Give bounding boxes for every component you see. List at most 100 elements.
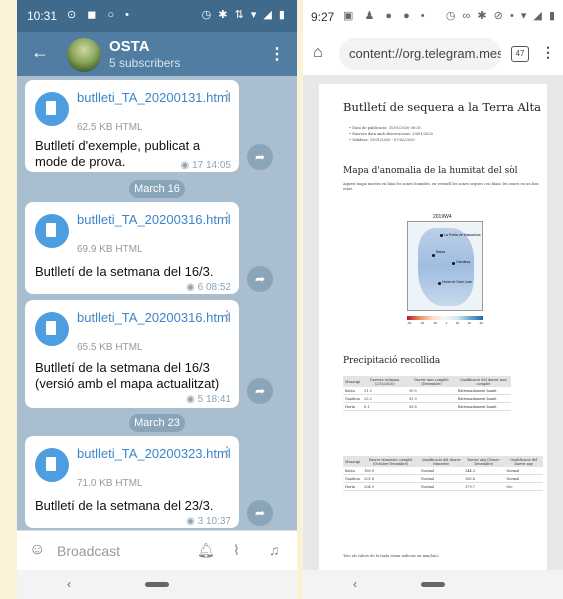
table-cell: 25.2 [362, 394, 408, 403]
views-icon: ◉ [186, 394, 198, 405]
table-header: Qualificació del darrer trimestre [419, 456, 464, 467]
channel-header: ← OSTA 5 subscribers ⋮ [17, 32, 297, 76]
file-name[interactable]: butlleti_TA_20200316.html [77, 310, 231, 325]
share-icon[interactable]: ➦ [247, 500, 273, 526]
table-cell: 31.3 [362, 387, 408, 395]
status-time: 9:27 [311, 10, 335, 24]
table-row: Horta 204.9 Normal 379.7 Sec [343, 482, 543, 491]
file-name[interactable]: butlleti_TA_20200131.html [77, 90, 231, 105]
broadcast-input-bar: ☺ Broadcast 🔔︎ ⌇ ♫ [17, 530, 297, 570]
table-cell: 379.7 [463, 482, 505, 491]
colorbar-tick: 40 [467, 321, 472, 325]
emoji-icon[interactable]: ☺ [29, 541, 45, 559]
table-cell: Extremadament humit [455, 394, 511, 403]
message-time: 14:05 [205, 160, 231, 171]
table-cell: Normal [504, 467, 543, 475]
table-cell: Extremadament humit [455, 402, 511, 411]
date-separator: March 23 [129, 414, 185, 432]
message-menu-icon[interactable]: ⋮ [221, 444, 233, 458]
document-sheet: Butlletí de sequera a la Terra Alta • Da… [319, 84, 547, 570]
status-system-icons: ◷ ✱ ⇅ ▾ ◢ ▮ [201, 9, 287, 21]
channel-title[interactable]: OSTA [109, 38, 150, 55]
share-icon[interactable]: ➦ [247, 378, 273, 404]
region-shape [418, 228, 474, 306]
message-bubble[interactable]: butlleti_TA_20200131.html ⋮ 62.5 KB HTML… [25, 80, 239, 172]
android-nav-bar: ‹ [303, 570, 563, 599]
table-cell: 380.4 [463, 474, 505, 483]
table-cell: Horta [343, 402, 363, 411]
share-icon[interactable]: ➦ [247, 266, 273, 292]
file-icon[interactable] [35, 312, 69, 346]
table-header: Darrera setmana (2/15/2020) [362, 376, 408, 387]
message-bubble[interactable]: butlleti_TA_20200316.html ⋮ 69.9 KB HTML… [25, 202, 239, 294]
page-viewport[interactable]: Butlletí de sequera a la Terra Alta • Da… [303, 76, 563, 570]
browser-menu-icon[interactable]: ⋮ [541, 44, 555, 61]
message-text: Butlletí de la setmana del 16/3. [35, 264, 214, 279]
views-icon: ◉ [186, 282, 198, 293]
nav-back-icon[interactable]: ‹ [67, 577, 71, 591]
message-meta: ◉ 17 14:05 [181, 160, 231, 171]
table-footnote: Tots els valors de la taula estan indica… [343, 554, 440, 558]
nav-home-pill[interactable] [145, 582, 169, 587]
colorbar-tick: 60 [479, 321, 483, 325]
table-cell: 92.9 [407, 394, 456, 403]
message-time: 08:52 [205, 282, 231, 293]
view-count: 17 [192, 160, 204, 171]
table-cell: 160.9 [362, 467, 420, 475]
table-row: Horta 8.1 85.8 Extremadament humit [343, 402, 511, 411]
message-menu-icon[interactable]: ⋮ [221, 308, 233, 322]
town-label: Gandesa [456, 260, 471, 264]
more-menu-icon[interactable]: ⋮ [269, 44, 285, 64]
table-cell: Gandesa [343, 394, 363, 403]
table-row: Gandesa 25.2 92.9 Extremadament humit [343, 394, 511, 403]
channel-avatar[interactable] [67, 38, 101, 72]
map-frame: La Pobla de Massaluca Batea Gandesa Hort… [407, 221, 483, 311]
attach-icon[interactable]: ⌇ [233, 542, 240, 559]
table-row: Batea 160.9 Normal 344.3 Normal [343, 467, 543, 475]
nav-back-icon[interactable]: ‹ [353, 577, 357, 591]
map-title: 2019W4 [433, 214, 452, 220]
precip-table-monthly: Municipi Darrera setmana (2/15/2020) Dar… [343, 376, 511, 411]
browser-toolbar: ⌂ content://org.telegram.mes 47 ⋮ [303, 32, 563, 76]
town-marker [432, 254, 435, 257]
microphone-icon[interactable]: ♫ [269, 542, 280, 558]
table-cell: Batea [343, 387, 363, 395]
section-heading-precip: Precipitació recollida [343, 356, 441, 366]
file-name[interactable]: butlleti_TA_20200316.html [77, 212, 231, 227]
views-icon: ◉ [180, 160, 193, 171]
table-row: Gandesa 201.8 Normal 380.4 Normal [343, 474, 543, 483]
android-nav-bar: ‹ [17, 570, 297, 599]
table-cell: Batea [343, 467, 363, 475]
document-meta-line: • Data de publicació: 31/01/2020 00:35 [349, 126, 421, 130]
share-icon[interactable]: ➦ [247, 144, 273, 170]
table-cell: Normal [419, 482, 464, 491]
nav-home-pill[interactable] [421, 582, 445, 587]
message-bubble[interactable]: butlleti_TA_20200323.html ⋮ 71.0 KB HTML… [25, 436, 239, 528]
table-cell: 201.8 [362, 474, 420, 483]
town-marker [440, 234, 443, 237]
message-menu-icon[interactable]: ⋮ [221, 210, 233, 224]
broadcast-input[interactable]: Broadcast [57, 543, 120, 559]
file-icon[interactable] [35, 448, 69, 482]
status-bar: 10:31 ⊙ ◼ ○ • ◷ ✱ ⇅ ▾ ◢ ▮ [17, 0, 297, 32]
table-cell: 8.1 [362, 402, 408, 411]
file-icon[interactable] [35, 92, 69, 126]
tabs-count-button[interactable]: 47 [511, 46, 529, 62]
home-icon[interactable]: ⌂ [313, 44, 323, 62]
message-time: 10:37 [205, 516, 231, 527]
status-notification-icons: ⊙ ◼ ○ • [67, 9, 134, 21]
message-time: 18:41 [205, 394, 231, 405]
message-menu-icon[interactable]: ⋮ [221, 88, 233, 102]
bell-icon[interactable]: 🔔︎ [197, 542, 215, 559]
table-cell: Gandesa [343, 474, 363, 483]
message-bubble[interactable]: butlleti_TA_20200316.html ⋮ 65.5 KB HTML… [25, 300, 239, 408]
file-size: 71.0 KB HTML [77, 478, 143, 489]
town-label: Horta de Sant Joan [442, 280, 473, 284]
views-icon: ◉ [186, 516, 198, 527]
back-arrow-icon[interactable]: ← [31, 42, 49, 63]
file-name[interactable]: butlleti_TA_20200323.html [77, 446, 231, 461]
map-description: Aquest mapa mostra en blau les zones hum… [343, 182, 539, 191]
file-icon[interactable] [35, 214, 69, 248]
status-system-icons: ◷ ∞ ✱ ⊘ • ▾ ◢ ▮ [445, 10, 557, 22]
url-field[interactable]: content://org.telegram.mes [339, 38, 501, 70]
